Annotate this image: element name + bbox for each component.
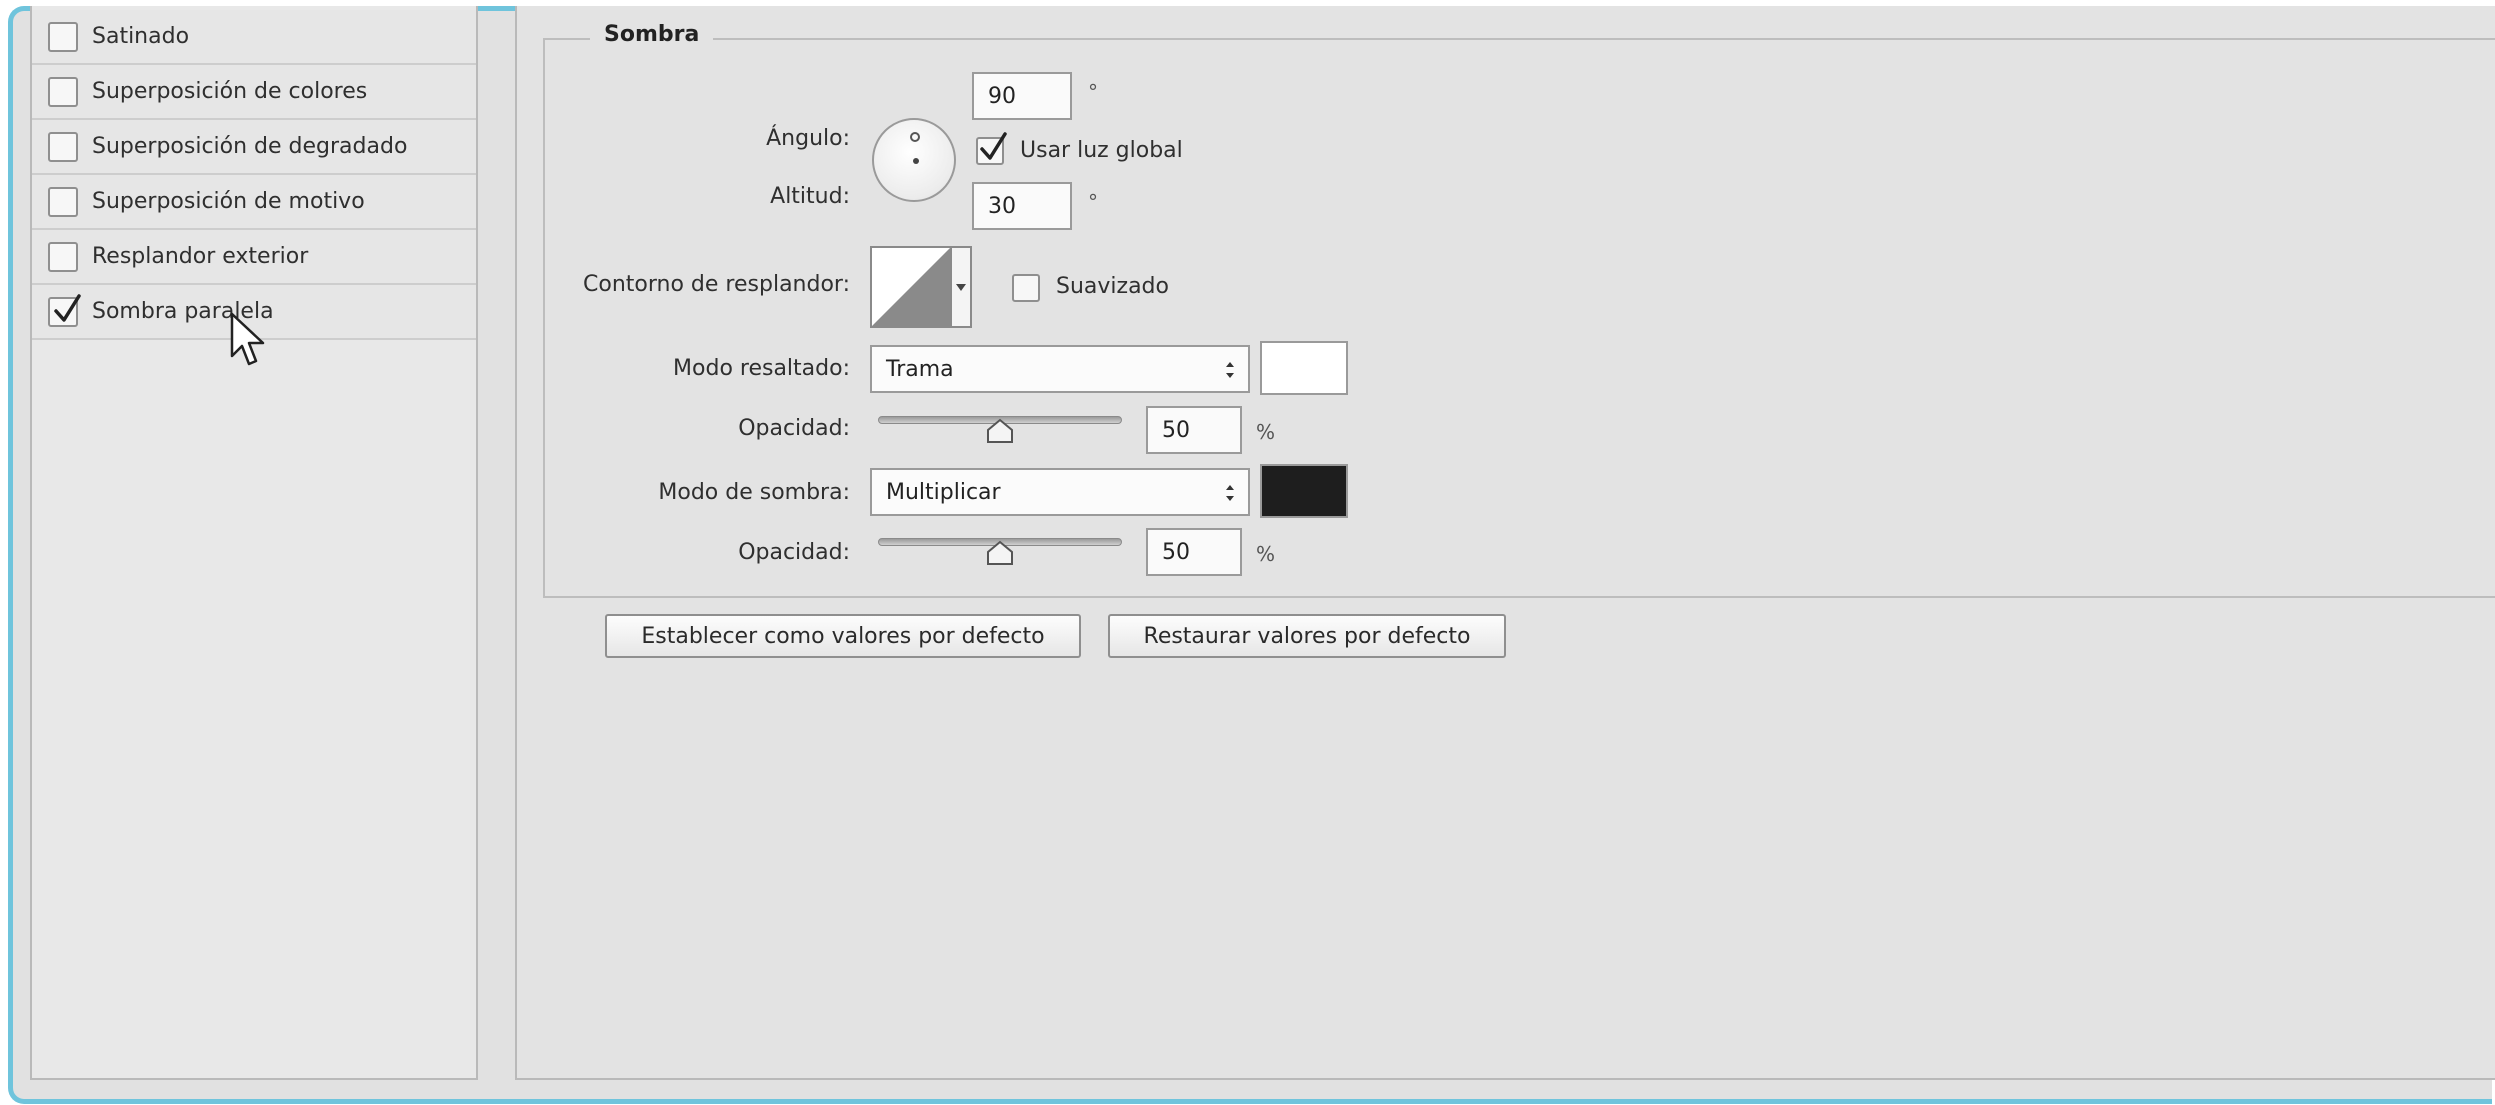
highlight-color-swatch[interactable]: [1260, 341, 1348, 395]
style-item-label: Superposición de colores: [92, 79, 368, 104]
shadow-opacity-label: Opacidad:: [738, 540, 850, 565]
contour-curve-icon: [872, 248, 950, 326]
highlight-mode-label: Modo resaltado:: [673, 356, 850, 381]
use-global-light-label: Usar luz global: [1020, 138, 1183, 163]
contour-dropdown-arrow[interactable]: [952, 246, 972, 328]
style-item-label: Superposición de motivo: [92, 189, 365, 214]
shadow-mode-label: Modo de sombra:: [658, 480, 850, 505]
outer-glow-checkbox[interactable]: [48, 241, 78, 272]
gradient-overlay-checkbox[interactable]: [48, 131, 78, 162]
reset-to-default-button[interactable]: Restaurar valores por defecto: [1108, 614, 1506, 658]
highlight-opacity-label: Opacidad:: [738, 416, 850, 441]
shadow-opacity-input[interactable]: 50: [1146, 528, 1242, 576]
up-down-arrows-icon: [1226, 485, 1234, 501]
style-item-pattern-overlay[interactable]: Superposición de motivo: [32, 175, 476, 230]
shadow-percent-unit: %: [1256, 542, 1276, 566]
pattern-overlay-checkbox[interactable]: [48, 186, 78, 217]
dial-center: [913, 158, 919, 164]
gloss-contour-picker[interactable]: [870, 246, 952, 328]
anti-aliased-checkbox[interactable]: [1012, 274, 1040, 302]
light-source-indicator: [910, 132, 920, 142]
style-item-label: Resplandor exterior: [92, 244, 309, 269]
style-item-gradient-overlay[interactable]: Superposición de degradado: [32, 120, 476, 175]
style-item-label: Superposición de degradado: [92, 134, 408, 159]
up-down-arrows-icon: [1226, 362, 1234, 378]
satinado-checkbox[interactable]: [48, 21, 78, 52]
shadow-mode-value: Multiplicar: [886, 479, 1001, 505]
set-as-default-button[interactable]: Establecer como valores por defecto: [605, 614, 1081, 658]
use-global-light-checkbox[interactable]: [976, 132, 1007, 165]
checkmark-icon: [54, 293, 81, 322]
checkmark-icon: [980, 132, 1007, 160]
highlight-percent-unit: %: [1256, 420, 1276, 444]
anti-aliased-label: Suavizado: [1056, 274, 1169, 299]
altitude-label: Altitud:: [770, 184, 850, 209]
highlight-opacity-slider-thumb[interactable]: [986, 418, 1014, 444]
highlight-mode-value: Trama: [886, 356, 954, 382]
style-item-satinado[interactable]: Satinado: [32, 10, 476, 65]
altitude-degree-unit: °: [1088, 190, 1098, 214]
angle-label: Ángulo:: [766, 126, 850, 151]
angle-input[interactable]: 90: [972, 72, 1072, 120]
highlight-opacity-input[interactable]: 50: [1146, 406, 1242, 454]
shadow-opacity-slider-thumb[interactable]: [986, 540, 1014, 566]
gloss-contour-label: Contorno de resplandor:: [583, 272, 850, 297]
shadow-color-swatch[interactable]: [1260, 464, 1348, 518]
style-item-label: Satinado: [92, 24, 190, 49]
styles-list-panel: Satinado Superposición de colores Superp…: [30, 6, 478, 1080]
shadow-group-box: [543, 38, 2495, 598]
style-item-color-overlay[interactable]: Superposición de colores: [32, 65, 476, 120]
style-item-outer-glow[interactable]: Resplandor exterior: [32, 230, 476, 285]
angle-degree-unit: °: [1088, 80, 1098, 104]
altitude-input[interactable]: 30: [972, 182, 1072, 230]
drop-shadow-checkbox[interactable]: [48, 293, 81, 327]
shadow-group-title: Sombra: [590, 22, 714, 47]
highlight-mode-select[interactable]: Trama: [870, 345, 1250, 393]
angle-dial[interactable]: [872, 118, 956, 202]
color-overlay-checkbox[interactable]: [48, 76, 78, 107]
mouse-pointer-icon: [230, 312, 265, 366]
shadow-mode-select[interactable]: Multiplicar: [870, 468, 1250, 516]
